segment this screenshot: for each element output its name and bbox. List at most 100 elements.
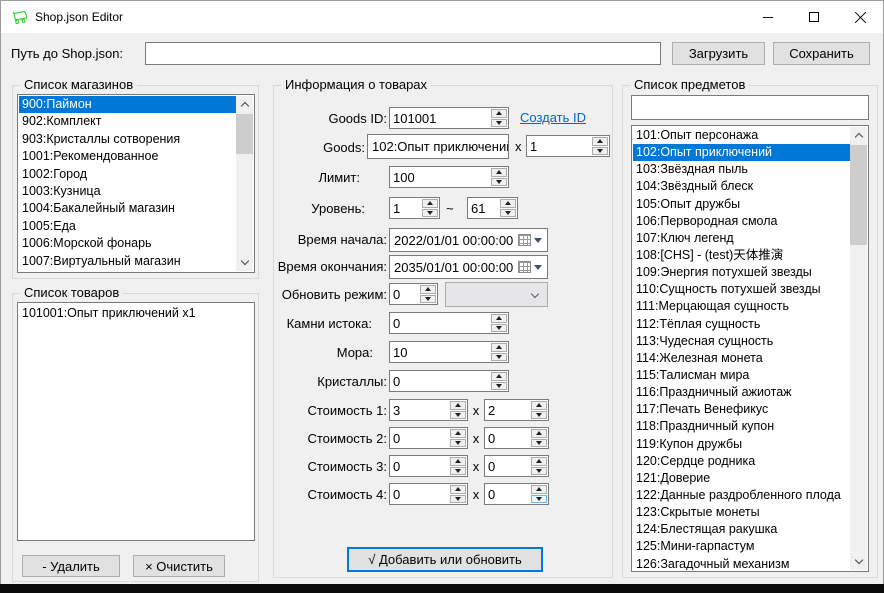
goods-id-spinner[interactable]: 101001	[389, 107, 509, 129]
crystals-spinner[interactable]: 0	[389, 370, 509, 392]
item-list-item[interactable]: 103:Звёздная пыль	[633, 161, 850, 178]
spin-down-button[interactable]	[491, 324, 507, 333]
shops-listbox[interactable]: 900:Паймон902:Комплект903:Кристаллы сотв…	[17, 94, 255, 273]
spin-up-button[interactable]	[450, 485, 466, 494]
spin-up-button[interactable]	[531, 457, 547, 466]
item-list-item[interactable]: 108:[CHS] - (test)天体推演	[633, 247, 850, 264]
load-button[interactable]: Загрузить	[672, 42, 765, 65]
item-list-item[interactable]: 101:Опыт персонажа	[633, 127, 850, 144]
cost-item-value[interactable]: 0	[393, 429, 448, 447]
item-list-item[interactable]: 110:Сущность потухшей звезды	[633, 281, 850, 298]
spin-down-button[interactable]	[491, 119, 507, 128]
shop-list-item[interactable]: 903:Кристаллы сотворения	[19, 131, 236, 148]
spin-up-button[interactable]	[531, 429, 547, 438]
item-list-item[interactable]: 123:Скрытые монеты	[633, 504, 850, 521]
cost-item-spinner[interactable]: 3	[389, 399, 468, 421]
item-list-item[interactable]: 117:Печать Венефикус	[633, 401, 850, 418]
scroll-down-button[interactable]	[236, 254, 253, 271]
items-listbox[interactable]: 101:Опыт персонажа102:Опыт приключений10…	[631, 125, 869, 572]
item-list-item[interactable]: 121:Доверие	[633, 470, 850, 487]
spin-up-button[interactable]	[491, 168, 507, 177]
maximize-button[interactable]	[791, 1, 837, 33]
item-list-item[interactable]: 120:Сердце родника	[633, 453, 850, 470]
spin-down-button[interactable]	[420, 295, 436, 304]
create-id-link[interactable]: Создать ID	[520, 110, 586, 125]
goods-count-value[interactable]: 1	[530, 137, 590, 155]
cost-item-spinner[interactable]: 0	[389, 483, 468, 505]
primogems-value[interactable]: 0	[393, 314, 489, 332]
spin-up-button[interactable]	[450, 429, 466, 438]
clear-button[interactable]: × Очистить	[133, 555, 225, 577]
spin-up-button[interactable]	[450, 401, 466, 410]
shop-list-item[interactable]: 1004:Бакалейный магазин	[19, 200, 236, 217]
item-list-item[interactable]: 124:Блестящая ракушка	[633, 521, 850, 538]
cost-item-value[interactable]: 0	[393, 485, 448, 503]
cost-item-value[interactable]: 3	[393, 401, 448, 419]
spin-down-button[interactable]	[450, 467, 466, 476]
cost-item-value[interactable]: 0	[393, 457, 448, 475]
scroll-down-button[interactable]	[850, 553, 867, 570]
spin-down-button[interactable]	[422, 209, 438, 218]
spin-up-button[interactable]	[450, 457, 466, 466]
spin-down-button[interactable]	[491, 353, 507, 362]
save-button[interactable]: Сохранить	[773, 42, 870, 65]
spin-down-button[interactable]	[450, 439, 466, 448]
scroll-up-button[interactable]	[236, 96, 253, 113]
item-list-item[interactable]: 105:Опыт дружбы	[633, 196, 850, 213]
cart-list-item[interactable]: 101001:Опыт приключений x1	[19, 304, 253, 323]
mora-value[interactable]: 10	[393, 343, 489, 361]
item-list-item[interactable]: 126:Загадочный механизм	[633, 556, 850, 570]
cost-count-spinner[interactable]: 0	[484, 483, 549, 505]
shop-list-item[interactable]: 1007:Виртуальный магазин	[19, 253, 236, 270]
spin-up-button[interactable]	[491, 314, 507, 323]
item-list-item[interactable]: 112:Тёплая сущность	[633, 316, 850, 333]
limit-value[interactable]: 100	[393, 168, 489, 186]
cost-count-value[interactable]: 0	[488, 457, 529, 475]
end-time-value[interactable]: 2035/01/01 00:00:00	[390, 260, 518, 275]
item-list-item[interactable]: 106:Первородная смола	[633, 213, 850, 230]
item-list-item[interactable]: 116:Праздничный ажиотаж	[633, 384, 850, 401]
spin-down-button[interactable]	[531, 495, 547, 504]
item-list-item[interactable]: 102:Опыт приключений	[633, 144, 850, 161]
cost-count-value[interactable]: 0	[488, 485, 529, 503]
cart-listbox[interactable]: 101001:Опыт приключений x1	[17, 302, 255, 541]
item-list-item[interactable]: 125:Мини-гарпастум	[633, 538, 850, 555]
spin-up-button[interactable]	[531, 401, 547, 410]
spin-down-button[interactable]	[531, 439, 547, 448]
spin-down-button[interactable]	[500, 209, 516, 218]
spin-down-button[interactable]	[531, 467, 547, 476]
shop-list-item[interactable]: 1001:Рекомендованное	[19, 148, 236, 165]
goods-id-value[interactable]: 101001	[393, 109, 489, 127]
crystals-value[interactable]: 0	[393, 372, 489, 390]
item-list-item[interactable]: 107:Ключ легенд	[633, 230, 850, 247]
mora-spinner[interactable]: 10	[389, 341, 509, 363]
item-list-item[interactable]: 118:Праздничный купон	[633, 418, 850, 435]
level-max-spinner[interactable]: 61	[467, 197, 518, 219]
spin-up-button[interactable]	[420, 285, 436, 294]
begin-time-picker[interactable]: 2022/01/01 00:00:00	[389, 228, 548, 252]
goods-count-spinner[interactable]: 1	[526, 135, 610, 157]
item-list-item[interactable]: 115:Талисман мира	[633, 367, 850, 384]
primogems-spinner[interactable]: 0	[389, 312, 509, 334]
spin-down-button[interactable]	[450, 495, 466, 504]
cost-item-spinner[interactable]: 0	[389, 455, 468, 477]
item-list-item[interactable]: 113:Чудесная сущность	[633, 333, 850, 350]
items-search-input[interactable]	[631, 95, 869, 120]
spin-up-button[interactable]	[491, 109, 507, 118]
shop-list-item[interactable]: 902:Комплект	[19, 113, 236, 130]
spin-down-button[interactable]	[531, 411, 547, 420]
item-list-item[interactable]: 111:Мерцающая сущность	[633, 298, 850, 315]
scrollbar-thumb[interactable]	[850, 145, 867, 245]
cost-count-spinner[interactable]: 0	[484, 455, 549, 477]
item-list-item[interactable]: 109:Энергия потухшей звезды	[633, 264, 850, 281]
scroll-up-button[interactable]	[850, 127, 867, 144]
item-list-item[interactable]: 104:Звёздный блеск	[633, 178, 850, 195]
shop-list-item[interactable]: 1003:Кузница	[19, 183, 236, 200]
cost-count-value[interactable]: 2	[488, 401, 529, 419]
shop-list-item[interactable]: 1005:Еда	[19, 218, 236, 235]
level-min-spinner[interactable]: 1	[389, 197, 440, 219]
item-list-item[interactable]: 119:Купон дружбы	[633, 436, 850, 453]
item-list-item[interactable]: 122:Данные раздробленного плода	[633, 487, 850, 504]
cost-count-value[interactable]: 0	[488, 429, 529, 447]
spin-down-button[interactable]	[491, 178, 507, 187]
